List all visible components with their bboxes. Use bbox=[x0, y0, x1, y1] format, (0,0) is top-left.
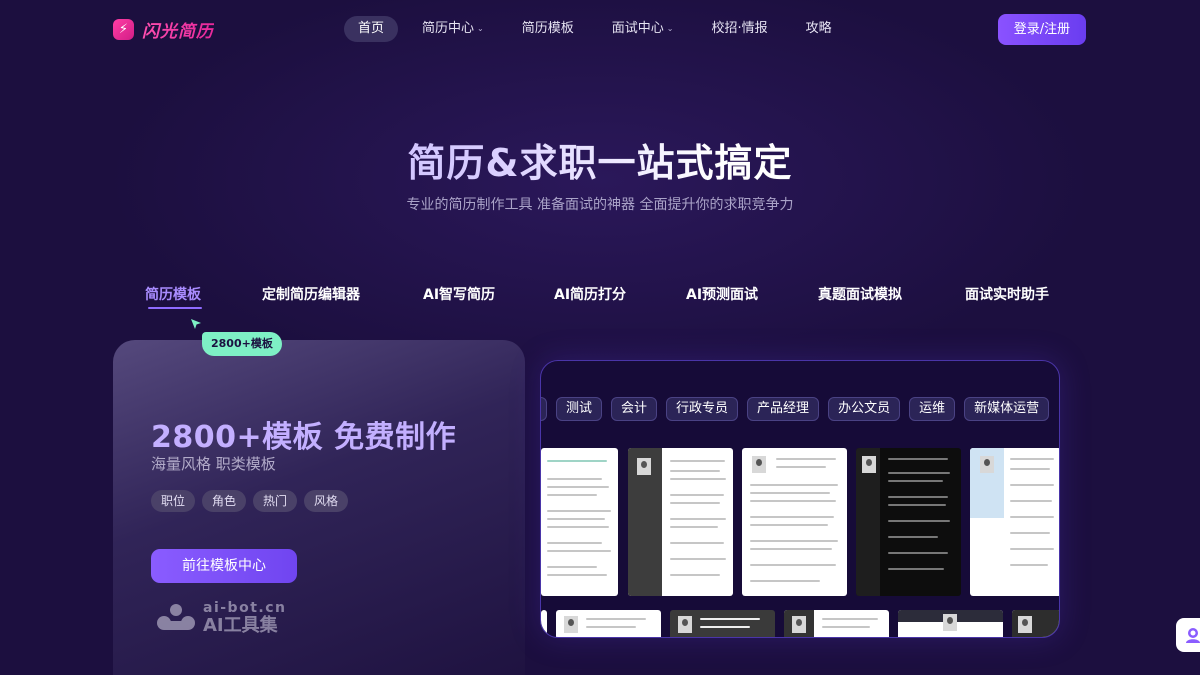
tab-ai-score[interactable]: AI简历打分 bbox=[554, 284, 626, 304]
lightning-icon: ⚡ bbox=[113, 19, 134, 40]
hero-subtitle: 专业的简历制作工具 准备面试的神器 全面提升你的求职竞争力 bbox=[406, 197, 794, 213]
template-thumbnail[interactable] bbox=[670, 610, 775, 637]
feature-card-subtitle: 海量风格 职类模板 bbox=[151, 455, 276, 473]
template-thumbnail[interactable] bbox=[898, 610, 1003, 637]
nav-item-label: 简历中心 bbox=[422, 21, 475, 36]
nav-item-label: 攻略 bbox=[805, 21, 832, 36]
tab-custom-editor[interactable]: 定制简历编辑器 bbox=[262, 284, 360, 304]
watermark: ai-bot.cn AI工具集 bbox=[155, 601, 286, 635]
cursor-pointer-icon bbox=[191, 319, 201, 329]
brand-logo[interactable]: ⚡ 闪光简历 bbox=[113, 17, 214, 42]
category-chip-list: 测试 会计 行政专员 产品经理 办公文员 运维 新媒体运营 bbox=[541, 397, 1050, 421]
tab-resume-templates[interactable]: 简历模板 bbox=[145, 284, 201, 304]
top-navbar: ⚡ 闪光简历 首页 简历中心 ⌄ 简历模板 面试中心 ⌄ 校招·情报 攻略 登录/注… bbox=[0, 0, 1200, 58]
tab-ai-writer[interactable]: AI智写简历 bbox=[423, 284, 495, 304]
category-chip-partial[interactable] bbox=[541, 397, 547, 421]
tab-mock-interview[interactable]: 真题面试模拟 bbox=[818, 284, 902, 304]
chevron-down-icon: ⌄ bbox=[666, 24, 674, 33]
category-chip[interactable]: 办公文员 bbox=[828, 397, 901, 421]
category-chip[interactable]: 测试 bbox=[556, 397, 603, 421]
nav-item-guides[interactable]: 攻略 bbox=[792, 16, 846, 42]
nav-item-campus-news[interactable]: 校招·情报 bbox=[697, 16, 781, 42]
template-thumbnail[interactable] bbox=[970, 448, 1059, 596]
hero-title: 简历&求职一站式搞定 bbox=[0, 132, 1200, 187]
template-thumbnail[interactable] bbox=[556, 610, 661, 637]
watermark-name: AI工具集 bbox=[203, 615, 278, 636]
feature-card-title: 2800+模板 免费制作 bbox=[151, 420, 457, 455]
feature-tabs: 简历模板 定制简历编辑器 AI智写简历 AI简历打分 AI预测面试 真题面试模拟… bbox=[0, 284, 1200, 314]
login-register-button[interactable]: 登录/注册 bbox=[998, 14, 1086, 45]
chevron-down-icon: ⌄ bbox=[477, 24, 484, 33]
watermark-url: ai-bot.cn bbox=[203, 600, 287, 616]
customer-support-button[interactable] bbox=[1176, 618, 1200, 652]
nav-item-label: 简历模板 bbox=[521, 21, 574, 36]
category-chip[interactable]: 运维 bbox=[909, 397, 956, 421]
template-thumbnail[interactable] bbox=[1012, 610, 1059, 637]
nav-item-interview-center[interactable]: 面试中心 ⌄ bbox=[598, 16, 688, 42]
template-thumbnail[interactable] bbox=[541, 610, 547, 637]
nav-item-label: 校招·情报 bbox=[711, 21, 768, 36]
feature-tag-list: 职位 角色 热门 风格 bbox=[151, 490, 349, 512]
watermark-logo-icon bbox=[157, 604, 195, 630]
category-chip[interactable]: 产品经理 bbox=[747, 397, 820, 421]
tag-position[interactable]: 职位 bbox=[151, 490, 196, 512]
tag-role[interactable]: 角色 bbox=[202, 490, 247, 512]
tab-realtime-assistant[interactable]: 面试实时助手 bbox=[965, 284, 1049, 304]
template-thumbnail[interactable] bbox=[856, 448, 961, 596]
category-chip[interactable]: 行政专员 bbox=[666, 397, 739, 421]
nav-item-resume-center[interactable]: 简历中心 ⌄ bbox=[408, 16, 498, 42]
template-thumbnail[interactable] bbox=[742, 448, 847, 596]
template-thumbnail[interactable] bbox=[628, 448, 733, 596]
active-tab-indicator bbox=[148, 307, 202, 309]
tag-style[interactable]: 风格 bbox=[304, 490, 349, 512]
template-count-badge: 2800+模板 bbox=[202, 332, 282, 356]
nav-item-resume-templates[interactable]: 简历模板 bbox=[508, 16, 588, 42]
support-avatar-icon bbox=[1186, 628, 1200, 643]
nav-item-home[interactable]: 首页 bbox=[344, 16, 399, 42]
main-menu: 首页 简历中心 ⌄ 简历模板 面试中心 ⌄ 校招·情报 攻略 bbox=[344, 16, 856, 42]
tag-popular[interactable]: 热门 bbox=[253, 490, 298, 512]
brand-name: 闪光简历 bbox=[142, 17, 214, 42]
go-template-center-button[interactable]: 前往模板中心 bbox=[151, 549, 297, 583]
category-chip[interactable]: 新媒体运营 bbox=[964, 397, 1050, 421]
tab-ai-interview-predict[interactable]: AI预测面试 bbox=[686, 284, 758, 304]
template-thumbnail[interactable] bbox=[784, 610, 889, 637]
nav-item-label: 首页 bbox=[358, 21, 385, 36]
template-thumbnail[interactable] bbox=[541, 448, 618, 596]
category-chip[interactable]: 会计 bbox=[611, 397, 658, 421]
template-preview-panel: 测试 会计 行政专员 产品经理 办公文员 运维 新媒体运营 bbox=[540, 360, 1060, 638]
nav-item-label: 面试中心 bbox=[611, 21, 664, 36]
